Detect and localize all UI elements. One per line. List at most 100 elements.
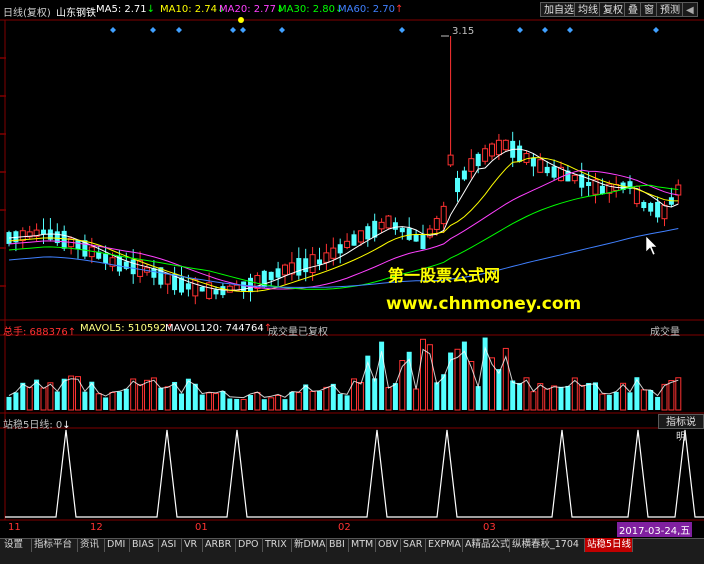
time-label-12: 12: [90, 522, 103, 533]
volume-bar-up: [144, 379, 150, 411]
tab-4[interactable]: DMI: [105, 538, 130, 552]
volume-bar-down: [496, 369, 502, 410]
tab-13[interactable]: MTM: [349, 538, 376, 552]
tab-6[interactable]: ASI: [159, 538, 182, 552]
volume-bar-up: [47, 382, 54, 411]
candle-body-down: [648, 203, 654, 212]
volume-bar-down: [627, 392, 633, 410]
candle-body-down: [303, 258, 309, 273]
volume-bars: [6, 337, 682, 411]
tab-18[interactable]: 纵横春秋_1704: [510, 538, 585, 552]
tab-14[interactable]: OBV: [376, 538, 401, 552]
volume-bar-down: [34, 379, 40, 410]
candle-body-down: [399, 227, 405, 233]
tab-12[interactable]: BBI: [327, 538, 349, 552]
volume-bar-down: [13, 392, 19, 410]
signal-diamond: [150, 27, 156, 33]
volume-bar-up: [489, 357, 495, 411]
volume-bar-up: [578, 384, 585, 411]
candle-body-up: [309, 254, 316, 274]
volume-bar-up: [254, 392, 261, 411]
candle-body-down: [365, 226, 371, 240]
candle-body-down: [372, 220, 378, 238]
ma20-line: [8, 169, 679, 290]
signal-markers: [110, 17, 659, 33]
candle-body-up: [344, 240, 351, 248]
indicator-header: 站稳5日线: 0↓: [3, 420, 71, 431]
candle-body-up: [385, 215, 392, 229]
volume-indicator-select[interactable]: 成交量: [650, 323, 680, 338]
tab-17[interactable]: A精品公式: [463, 538, 510, 552]
volume-bar-down: [261, 399, 267, 410]
volume-bar-down: [613, 391, 619, 410]
signal-diamond: [176, 27, 182, 33]
volume-bar-down: [199, 394, 205, 410]
volume-bar-down: [434, 382, 440, 410]
peak-price-label: 3.15: [452, 26, 475, 37]
volume-bar-up: [206, 392, 213, 411]
volume-bar-down: [392, 383, 398, 410]
watermark-title: 第一股票公式网: [388, 266, 501, 285]
candle-body-down: [392, 222, 398, 230]
volume-bar-down: [82, 391, 88, 410]
volume-bar-down: [116, 391, 122, 410]
kline-chart[interactable]: [0, 0, 704, 563]
volume-bar-up: [537, 383, 544, 411]
volume-bar-up: [268, 397, 275, 411]
volume-bar-up: [164, 386, 171, 411]
tab-10[interactable]: TRIX: [263, 538, 292, 552]
tab-15[interactable]: SAR: [401, 538, 426, 552]
volume-bar-up: [399, 360, 406, 411]
candle-body-down: [586, 181, 592, 187]
candle-body-down: [317, 259, 322, 265]
time-label-02: 02: [338, 522, 351, 533]
volume-adjusted-note: 成交量已复权: [268, 327, 328, 338]
volume-bar-up: [240, 398, 247, 411]
candle-body-down: [337, 244, 343, 254]
volume-bar-up: [385, 387, 392, 411]
tab-9[interactable]: DPO: [236, 538, 263, 552]
candle-body-down: [220, 286, 226, 296]
candle-body-down: [213, 289, 219, 295]
volume-bar-up: [544, 388, 551, 411]
candle-body-down: [551, 166, 557, 178]
mavol-line: [8, 346, 679, 399]
candle-body-down: [61, 230, 67, 249]
volume-bar-up: [26, 386, 33, 411]
volume-bar-down: [337, 393, 343, 410]
candle-body-up: [164, 273, 171, 285]
tab-5[interactable]: BIAS: [130, 538, 159, 552]
volume-bar-down: [123, 388, 129, 410]
tab-2[interactable]: 指标平台: [32, 538, 78, 552]
signal-diamond: [567, 27, 573, 33]
candle-body-down: [517, 145, 523, 162]
candle-body-up: [447, 154, 454, 166]
volume-bar-up: [68, 375, 75, 411]
candle-body-down: [248, 277, 253, 293]
tab-7[interactable]: VR: [182, 538, 203, 552]
candle-body-up: [537, 159, 544, 173]
candle-body-up: [137, 259, 144, 277]
tab-8[interactable]: ARBR: [203, 538, 236, 552]
indicator-help-button[interactable]: 指标说明: [658, 414, 704, 443]
tab-16[interactable]: EXPMA: [426, 538, 463, 552]
volume-bar-down: [317, 390, 322, 410]
candle-body-up: [440, 205, 447, 225]
candle-body-down: [130, 259, 136, 275]
candle-body-down: [199, 286, 205, 292]
volume-bar-down: [282, 399, 288, 410]
tab-1[interactable]: 设置: [2, 538, 32, 552]
ma60-line: [8, 228, 679, 288]
volume-header: 总手: 688376↑: [3, 327, 77, 338]
candle-body-down: [544, 166, 550, 174]
candle-body-down: [475, 153, 481, 167]
tab-3[interactable]: 资讯: [78, 538, 105, 552]
candle-body-up: [357, 230, 364, 243]
ma30-line: [8, 184, 679, 290]
candle-body-down: [530, 157, 536, 167]
mavol5-value: MAVOL5: 510592↑: [80, 323, 175, 334]
tab-19[interactable]: 站稳5日线: [585, 538, 633, 552]
signal-diamond: [399, 27, 405, 33]
tab-11[interactable]: 新DMA: [292, 538, 327, 552]
candle-body-down: [641, 201, 647, 209]
